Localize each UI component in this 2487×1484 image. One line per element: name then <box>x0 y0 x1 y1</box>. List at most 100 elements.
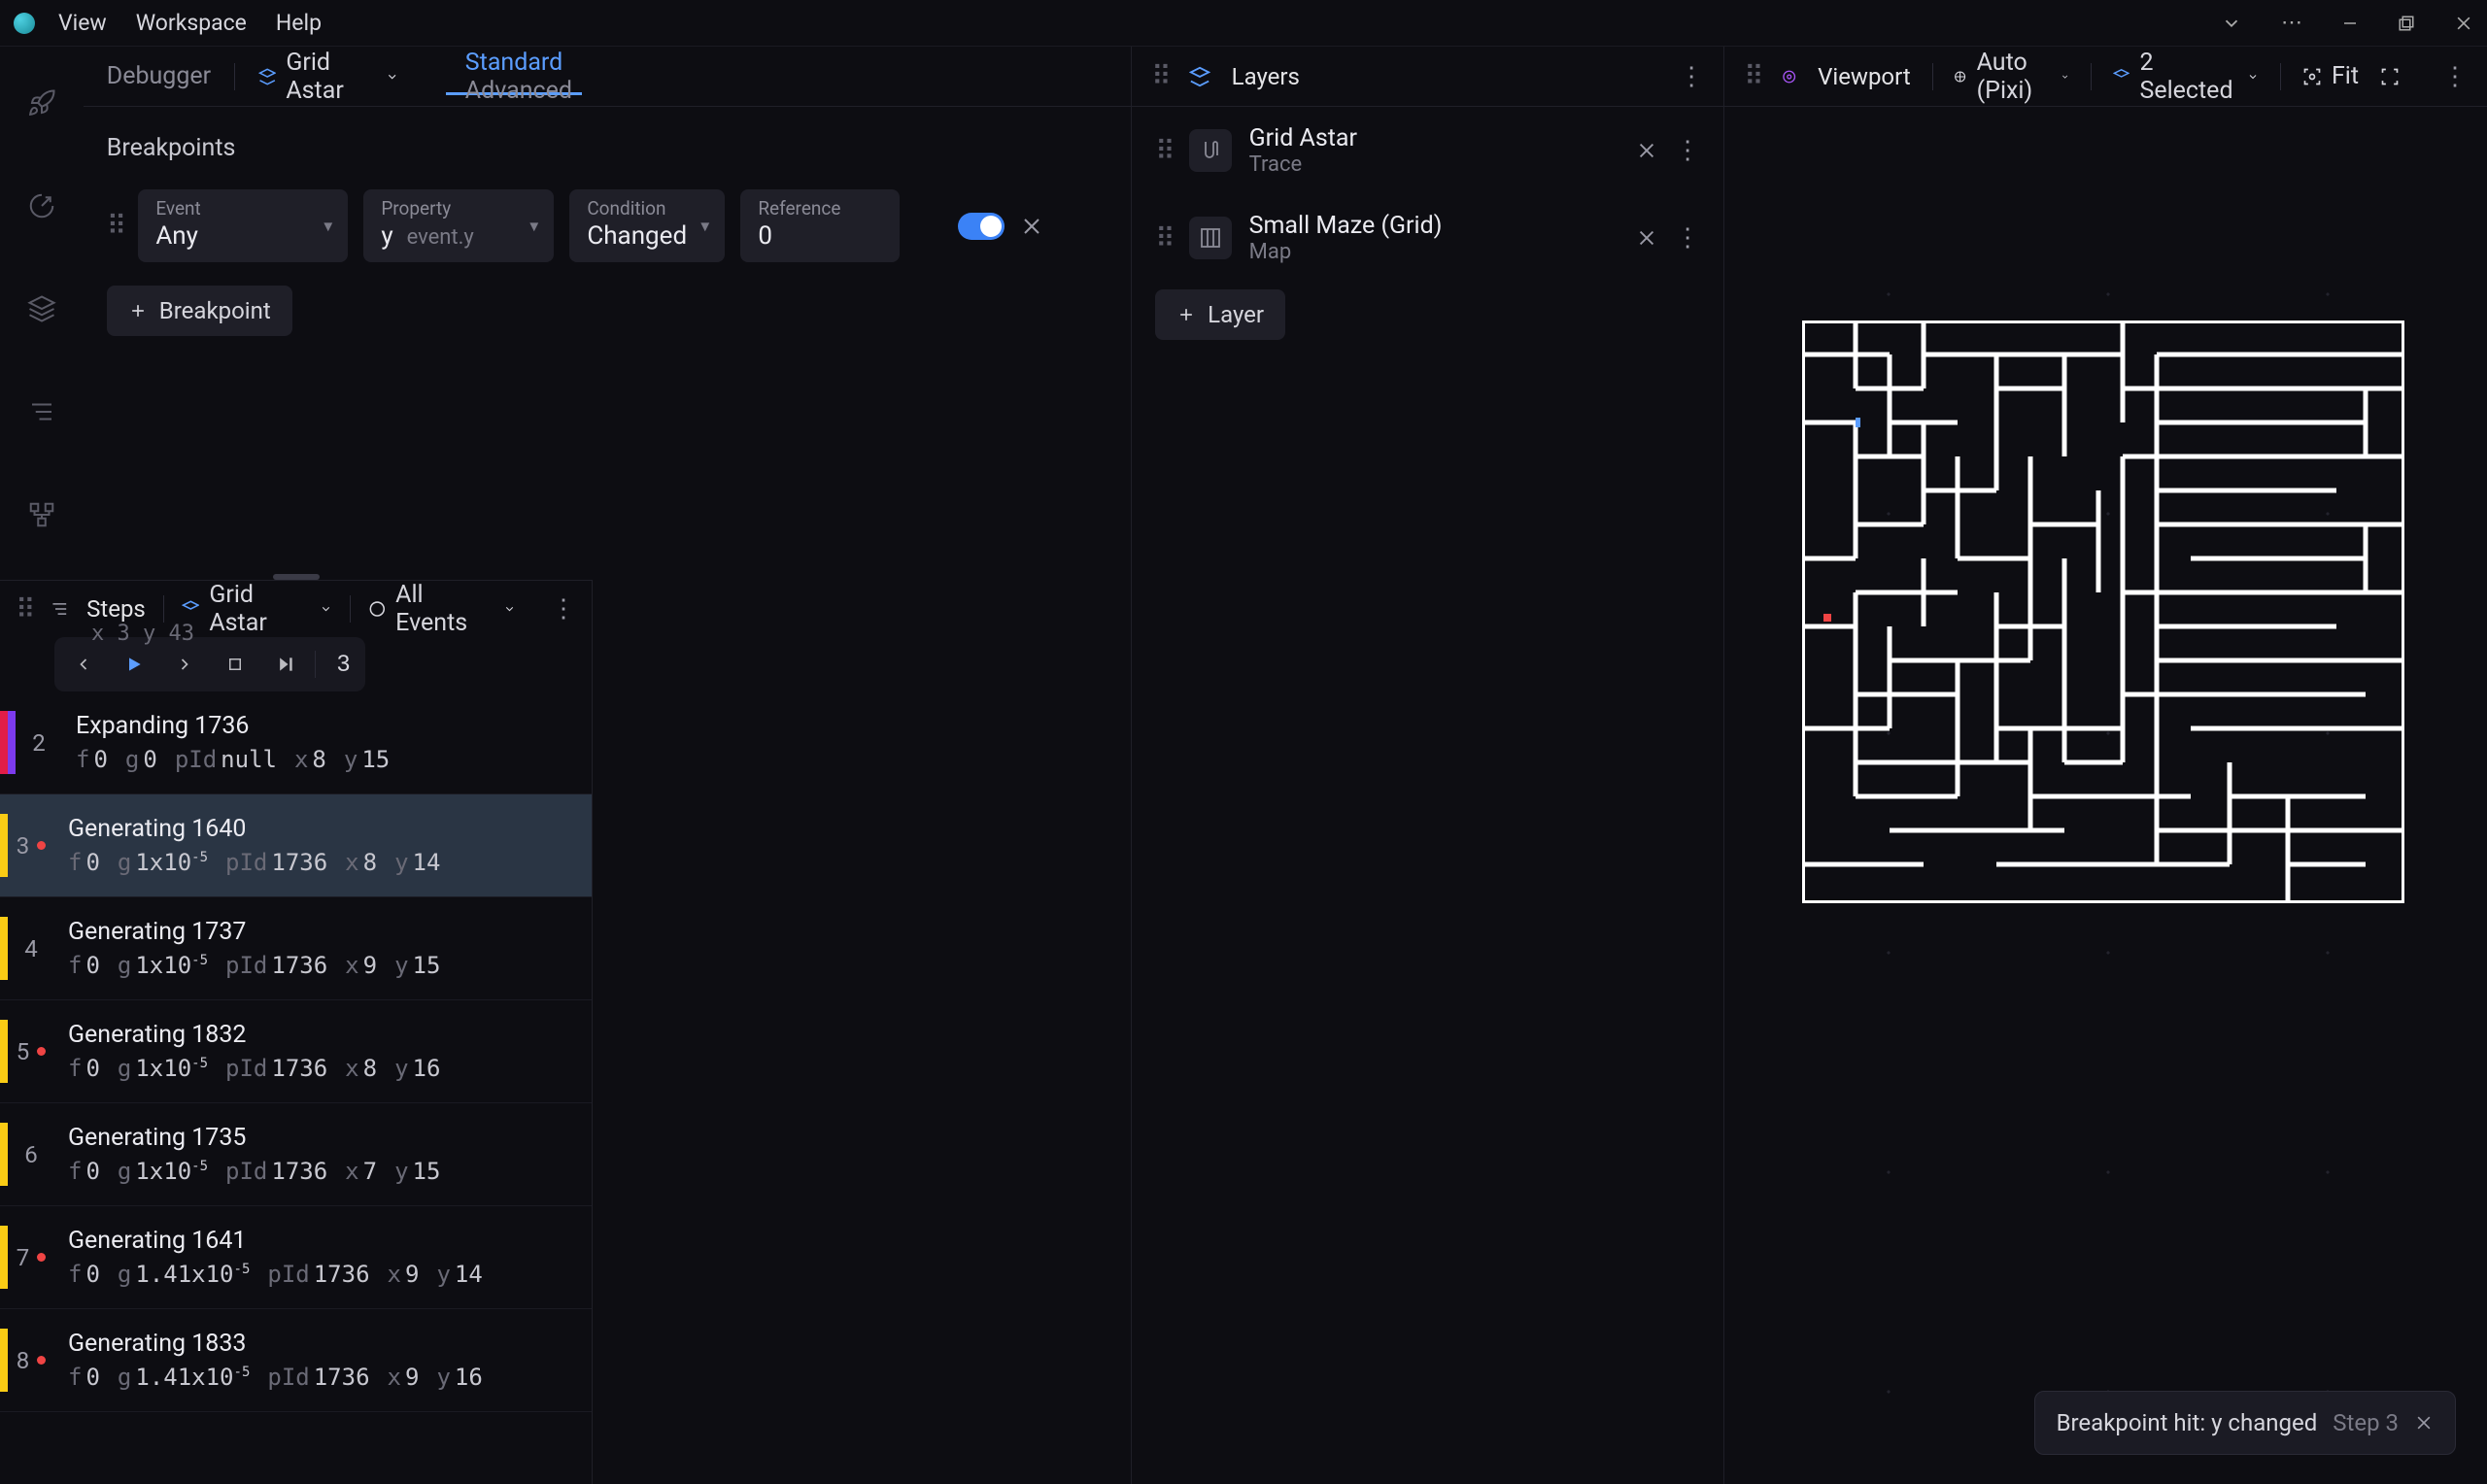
chevron-down-icon[interactable] <box>2221 13 2242 34</box>
step-row[interactable]: 6 Generating 1735 f0 g1x10-5 pId1736 x7 … <box>0 1103 592 1206</box>
step-number: 6 <box>8 1141 54 1168</box>
reference-value: 0 <box>758 221 772 251</box>
step-back-button[interactable] <box>62 643 105 686</box>
step-title: Expanding 1736 <box>76 712 576 740</box>
drag-handle-icon[interactable]: ⠿ <box>1151 60 1168 92</box>
step-forward-button[interactable] <box>163 643 206 686</box>
activity-rocket[interactable] <box>15 76 69 130</box>
close-icon[interactable] <box>2454 14 2473 33</box>
minimize-icon[interactable] <box>2341 15 2359 32</box>
more-icon[interactable]: ⋮ <box>1679 62 1704 91</box>
play-button[interactable] <box>113 643 155 686</box>
close-layer-icon[interactable] <box>1636 140 1657 161</box>
event-label: Event <box>155 197 330 219</box>
renderer-chip[interactable]: Auto (Pixi) <box>1954 49 2069 105</box>
more-icon[interactable]: ⋮ <box>1675 136 1700 165</box>
drag-handle-icon[interactable]: ⠿ <box>107 210 123 242</box>
close-layer-icon[interactable] <box>1636 227 1657 249</box>
add-breakpoint-button[interactable]: Breakpoint <box>107 286 292 336</box>
steps-header-label: Steps <box>86 595 146 623</box>
step-row[interactable]: 8 Generating 1833 f0 g1.41x10-5 pId1736 … <box>0 1309 592 1412</box>
algorithm-chip[interactable]: Grid Astar <box>258 49 399 105</box>
property-label: Property <box>381 197 536 219</box>
steps-list[interactable]: 2 Expanding 1736 f0 g0 pIdnull x8 y15 3 … <box>0 691 592 1484</box>
skip-end-button[interactable] <box>264 643 307 686</box>
viewport-panel: ⠿ Viewport Auto (Pixi) 2 Selected <box>1724 47 2487 1484</box>
step-meta: f0 g1x10-5 pId1736 x8 y14 <box>68 849 576 876</box>
menu-workspace[interactable]: Workspace <box>136 10 247 36</box>
panel-label-debugger: Debugger <box>107 62 211 90</box>
breakpoint-dot-icon <box>37 1047 46 1056</box>
close-toast-icon[interactable] <box>2414 1413 2434 1433</box>
layers-viewport-area: ⠿ Layers ⋮ ⠿ Grid Astar Trace ⋮ ⠿ Small … <box>1132 47 2487 1484</box>
more-icon[interactable]: ⋮ <box>2442 62 2468 91</box>
step-number: 7 <box>8 1244 54 1271</box>
add-layer-label: Layer <box>1208 301 1264 328</box>
divider <box>350 595 351 623</box>
menu-help[interactable]: Help <box>276 10 322 36</box>
layers-header-label: Layers <box>1232 63 1300 90</box>
menu-view[interactable]: View <box>58 10 107 36</box>
remove-breakpoint-icon[interactable] <box>1020 215 1043 238</box>
divider <box>1932 63 1933 90</box>
current-step-input[interactable] <box>315 651 358 678</box>
steps-algorithm-label: Grid Astar <box>209 581 309 637</box>
stop-button[interactable] <box>214 643 256 686</box>
breakpoint-toggle[interactable] <box>958 213 1005 240</box>
caret-icon: ▾ <box>700 216 709 236</box>
breakpoint-dot-icon <box>37 1356 46 1365</box>
steps-algorithm-chip[interactable]: Grid Astar <box>182 581 332 637</box>
reference-field[interactable]: Reference 0 <box>740 189 900 262</box>
viewport-canvas[interactable]: Breakpoint hit: y changed Step 3 <box>1724 107 2487 1484</box>
viewport-icon <box>1782 66 1796 87</box>
toast-step: Step 3 <box>2333 1409 2399 1436</box>
layer-title: Small Maze (Grid) <box>1249 212 1618 240</box>
drag-handle-icon[interactable]: ⠿ <box>16 593 32 625</box>
chevron-down-icon <box>2061 70 2069 84</box>
toast-message: Breakpoint hit: y changed <box>2057 1409 2318 1436</box>
step-row[interactable]: 5 Generating 1832 f0 g1x10-5 pId1736 x8 … <box>0 1000 592 1103</box>
layer-subtitle: Map <box>1249 240 1618 264</box>
steps-panel: ⠿ Steps Grid Astar All Events <box>0 580 593 1484</box>
add-layer-button[interactable]: Layer <box>1155 289 1285 340</box>
activity-layers[interactable] <box>15 282 69 336</box>
more-icon[interactable]: ⋮ <box>1675 223 1700 253</box>
selection-chip[interactable]: 2 Selected <box>2113 49 2259 105</box>
activity-graph[interactable] <box>15 488 69 542</box>
step-number: 2 <box>16 729 62 757</box>
breakpoint-dot-icon <box>37 841 46 850</box>
step-meta: f0 g1x10-5 pId1736 x9 y15 <box>68 952 576 979</box>
property-sub: event.y <box>407 225 474 250</box>
drag-handle-icon[interactable]: ⠿ <box>1155 135 1172 167</box>
more-icon[interactable]: ⋮ <box>551 594 576 624</box>
fullscreen-button[interactable] <box>2380 67 2400 86</box>
step-row[interactable]: 2 Expanding 1736 f0 g0 pIdnull x8 y15 <box>0 691 592 794</box>
event-field[interactable]: Event Any ▾ <box>138 189 348 262</box>
condition-field[interactable]: Condition Changed ▾ <box>569 189 725 262</box>
maximize-icon[interactable] <box>2398 15 2415 32</box>
activity-target[interactable] <box>15 179 69 233</box>
activity-steps[interactable] <box>15 385 69 439</box>
drag-handle-icon[interactable]: ⠿ <box>1744 60 1760 92</box>
reference-label: Reference <box>758 197 882 219</box>
caret-icon: ▾ <box>324 216 332 236</box>
steps-filter-chip[interactable]: All Events <box>368 581 516 637</box>
layer-row[interactable]: ⠿ Grid Astar Trace ⋮ <box>1132 107 1723 194</box>
divider <box>234 63 235 90</box>
current-marker <box>1823 614 1831 622</box>
step-title: Generating 1832 <box>68 1021 576 1049</box>
step-row[interactable]: 3 Generating 1640 f0 g1x10-5 pId1736 x8 … <box>0 794 592 897</box>
layer-row[interactable]: ⠿ Small Maze (Grid) Map ⋮ <box>1132 194 1723 282</box>
step-row[interactable]: 7 Generating 1641 f0 g1.41x10-5 pId1736 … <box>0 1206 592 1309</box>
step-meta: f0 g1x10-5 pId1736 x8 y16 <box>68 1055 576 1082</box>
fit-button[interactable]: Fit <box>2302 62 2359 90</box>
property-field[interactable]: Property y event.y ▾ <box>363 189 554 262</box>
breakpoint-dot-icon <box>37 1253 46 1262</box>
more-icon[interactable]: ⋯ <box>2281 11 2302 35</box>
resize-handle[interactable] <box>273 574 320 580</box>
breakpoint-row: ⠿ Event Any ▾ Property y event.y ▾ Condi… <box>107 189 1107 262</box>
tab-advanced[interactable]: Advanced <box>446 61 592 120</box>
layers-icon <box>1189 66 1210 87</box>
drag-handle-icon[interactable]: ⠿ <box>1155 222 1172 254</box>
step-row[interactable]: 4 Generating 1737 f0 g1x10-5 pId1736 x9 … <box>0 897 592 1000</box>
